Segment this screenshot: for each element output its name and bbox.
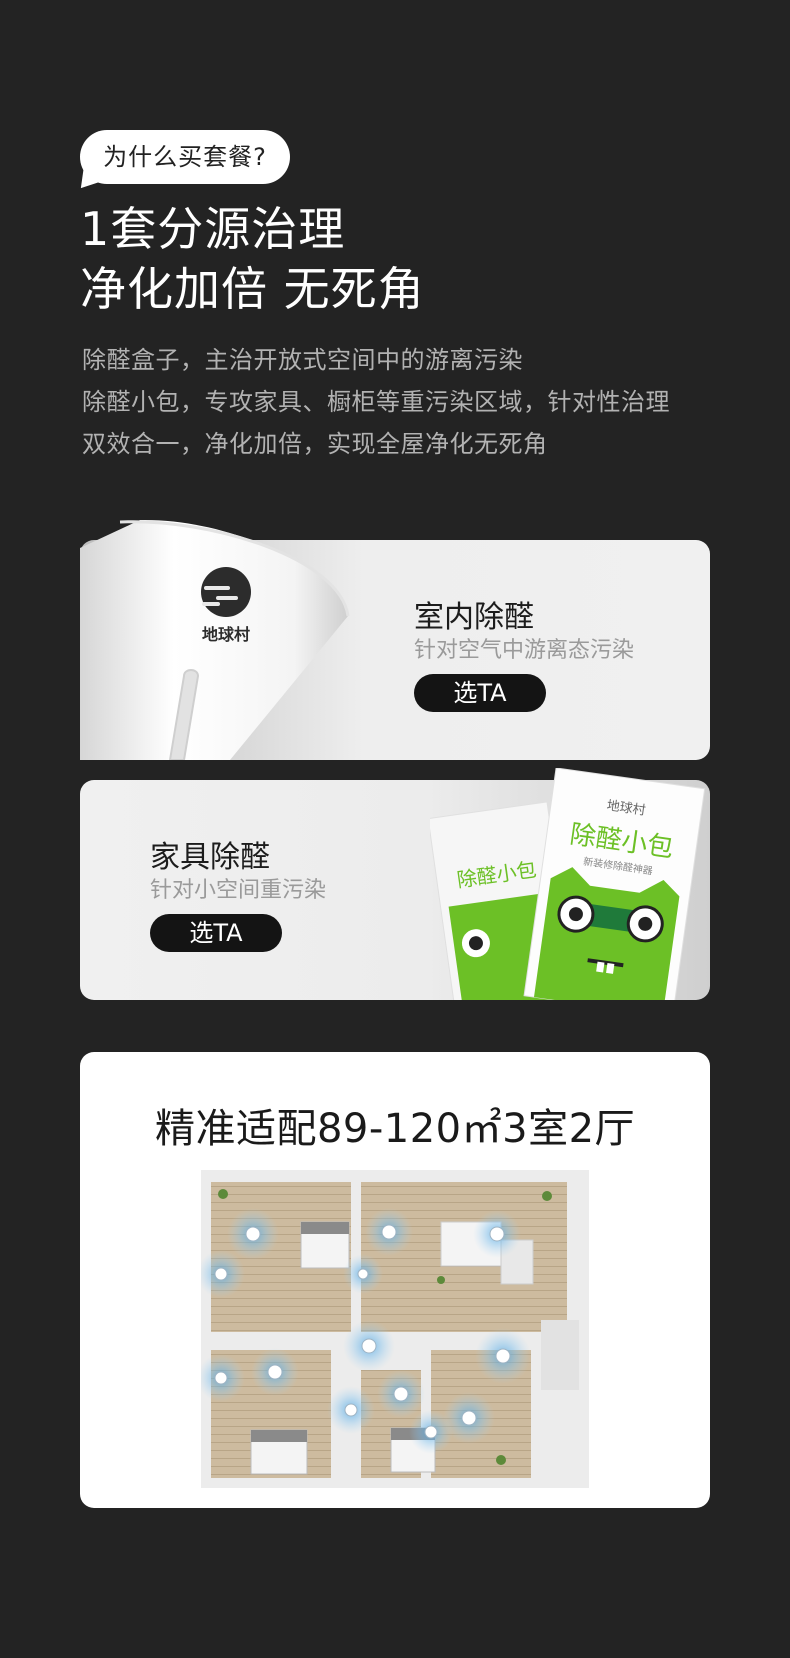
card-subtitle: 针对空气中游离态污染 [414,638,635,663]
question-bubble: 为什么买套餐? [80,130,290,184]
headline-line-1: 1套分源治理 [80,202,346,256]
purifier-box-image: 地球村 [80,519,350,760]
plan-title: 精准适配89-120㎡3室2厅 [154,1106,636,1152]
floor-plan-image [201,1170,589,1488]
description-line-3: 双效合一，净化加倍，实现全屋净化无死角 [82,430,548,458]
indoor-formaldehyde-card[interactable]: 地球村 室内除醛 针对空气中游离态污染 选TA [80,519,710,760]
card-subtitle: 针对小空间重污染 [150,878,327,903]
card-title: 家具除醛 [150,840,270,875]
description-line-1: 除醛盒子，主治开放式空间中的游离污染 [82,346,523,374]
headline-line-2: 净化加倍 无死角 [80,262,425,316]
floor-plan-card: 精准适配89-120㎡3室2厅 [80,1052,710,1508]
sachet-pack-image: 除醛小包 地球村 除醛小包 新装修除醛神器 [430,768,706,1000]
card-title: 室内除醛 [414,600,534,635]
furniture-formaldehyde-card[interactable]: 家具除醛 针对小空间重污染 选TA 除醛小包 地球村 除醛小包 新装修除醛神器 [80,768,710,1000]
description-line-2: 除醛小包，专攻家具、橱柜等重污染区域，针对性治理 [82,388,670,416]
product-brand-text: 地球村 [202,625,250,644]
select-button[interactable]: 选TA [414,674,546,712]
select-button[interactable]: 选TA [150,914,282,952]
